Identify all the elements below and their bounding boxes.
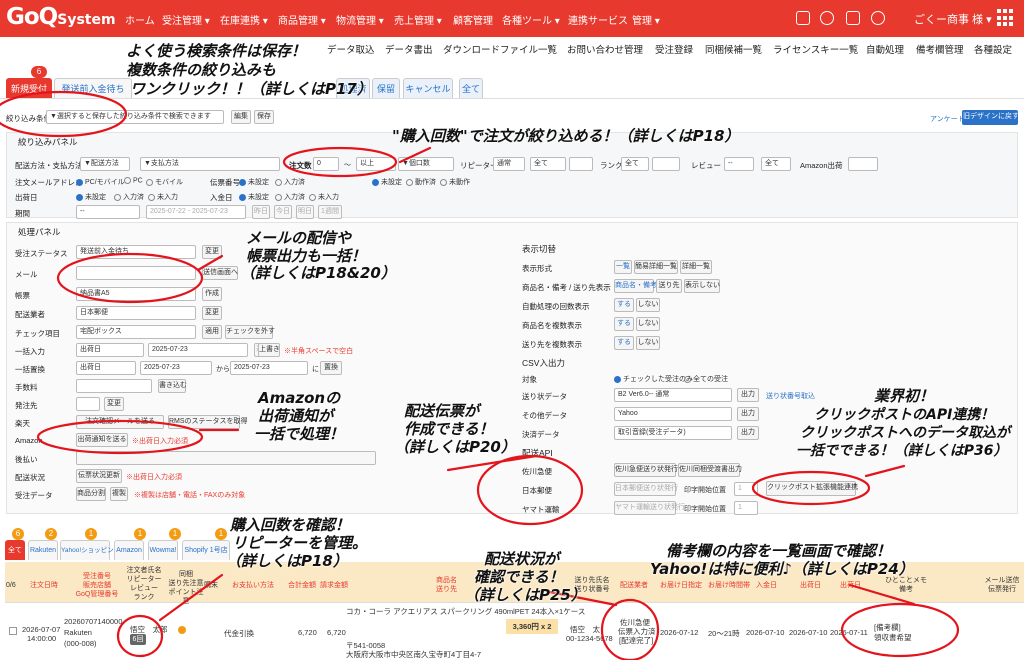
- circle-carrier: [600, 598, 660, 660]
- annotation-memo-2: Yahoo!は特に便利♪（詳しくはP24）: [650, 560, 914, 578]
- annotation-clickpost-1: 業界初！: [874, 387, 935, 405]
- annotation-slip-3: （詳しくはP20）: [394, 438, 516, 456]
- annotation-clickpost-2: クリックポストのAPI連携！: [814, 407, 995, 423]
- annotation-one-click: ワンクリック！！（詳しくはP17）: [130, 80, 372, 98]
- arrow-clickpost: [864, 464, 906, 478]
- arrow-memo: [848, 583, 916, 606]
- annotation-save-filter: よく使う検索条件は保存！: [126, 42, 307, 60]
- circle-memo: [840, 602, 960, 658]
- circle-amazon: [36, 419, 204, 455]
- annotation-multi-filter: 複数条件の絞り込みも: [126, 61, 277, 79]
- circle-clickpost: [751, 470, 871, 506]
- arrow-mail: [196, 254, 224, 272]
- annotation-clickpost-4: 一括でできる！（詳しくはP36）: [796, 443, 1008, 459]
- circle-api: [476, 454, 584, 526]
- annotation-order-count: "購入回数"で注文が絞り込める！（詳しくはP18）: [392, 127, 740, 145]
- annotation-repeat-3: （詳しくはP18）: [226, 552, 348, 570]
- arrow-repeat: [158, 573, 224, 622]
- circle-new-tab: [0, 90, 128, 138]
- circle-repeat: [116, 614, 164, 658]
- annotation-status-3: （詳しくはP25）: [464, 586, 586, 604]
- annotation-mail-3: （詳しくはP18&20）: [240, 264, 396, 282]
- annotation-clickpost-3: クリックポストへのデータ取込が: [800, 425, 1010, 441]
- circle-order-count: [282, 146, 398, 178]
- arrow-order-count: [398, 146, 432, 164]
- circle-mail-form: [56, 252, 204, 304]
- annotation-amazon-3: 一括で処理！: [254, 425, 345, 443]
